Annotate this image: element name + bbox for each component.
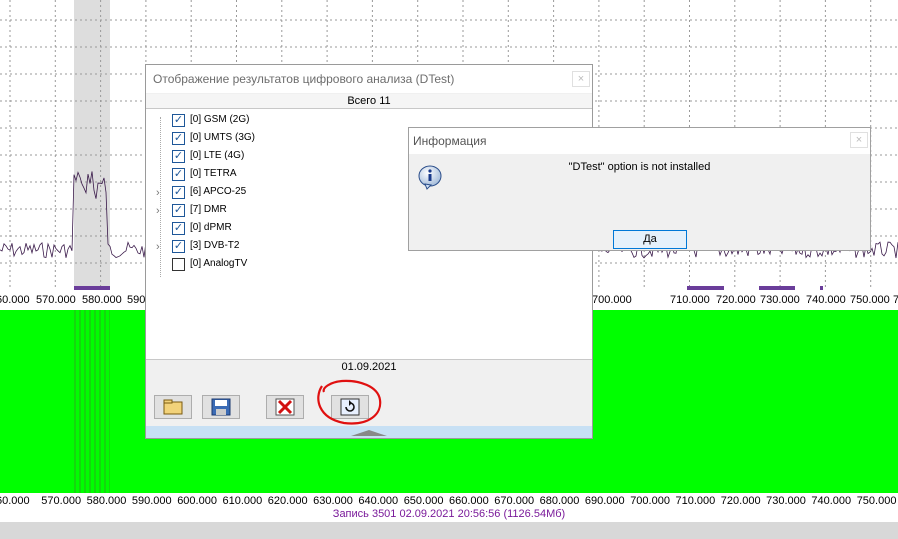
expand-arrow-icon[interactable]: › — [156, 241, 160, 253]
checkbox[interactable]: ✓ — [172, 114, 185, 127]
tree-item[interactable]: ✓ [0] UMTS (3G) — [146, 131, 396, 149]
tick-label: 580.000 — [86, 495, 127, 507]
tick-label: 610.000 — [222, 495, 263, 507]
tick-label: 720.000 — [720, 495, 761, 507]
tick-label: 600.000 — [177, 495, 217, 507]
tick-label: 620.000 — [267, 495, 308, 507]
info-close-button[interactable]: × — [850, 132, 868, 148]
information-dialog: Информация × "DTest" option is not insta… — [408, 127, 871, 251]
tree-item-label: [0] UMTS (3G) — [190, 132, 256, 143]
tick-label: 580.000 — [82, 294, 122, 306]
tree-item[interactable]: › ✓ [7] DMR — [146, 203, 396, 221]
info-message: "DTest" option is not installed — [568, 161, 711, 173]
tick-label: 760 — [893, 294, 898, 306]
record-info: Запись 3501 02.09.2021 20:56:56 (1126.54… — [332, 508, 566, 520]
tree-item-label: [3] DVB-T2 — [190, 240, 240, 251]
tree-item[interactable]: ✓ [0] AnalogTV — [146, 257, 396, 275]
resize-grip-icon[interactable] — [351, 430, 387, 436]
tree-item[interactable]: ✓ [0] TETRA — [146, 167, 396, 185]
red-annotation-circle — [317, 379, 382, 425]
tree-item-label: [0] AnalogTV — [190, 258, 248, 269]
tick-label: 750.000 — [850, 294, 890, 306]
tick-label: 650.000 — [403, 495, 444, 507]
tick-label: 640.000 — [358, 495, 399, 507]
expand-arrow-icon[interactable]: › — [156, 187, 160, 199]
floppy-disk-icon — [211, 398, 231, 416]
red-x-icon — [275, 398, 295, 416]
tick-label: 670.000 — [494, 495, 535, 507]
folder-open-icon — [163, 399, 183, 415]
tick-label: 720.000 — [716, 294, 756, 306]
tick-label: 630.000 — [313, 495, 353, 507]
tick-label: 60.000 — [0, 495, 30, 507]
tick-label: 690.000 — [584, 495, 625, 507]
checkbox[interactable]: ✓ — [172, 132, 185, 145]
save-button[interactable] — [202, 395, 240, 419]
tick-label: 60.000 — [0, 294, 30, 306]
tick-label: 710.000 — [670, 294, 710, 306]
tick-label: 740.000 — [811, 495, 852, 507]
tick-label: 660.000 — [449, 495, 489, 507]
info-title: Информация — [409, 128, 870, 154]
checkbox[interactable]: ✓ — [172, 222, 185, 235]
tick-label: 590 — [127, 294, 146, 306]
tree-item-label: [0] dPMR — [190, 222, 232, 233]
checkbox[interactable]: ✓ — [172, 150, 185, 163]
tick-label: 750.000 — [856, 495, 897, 507]
checkbox[interactable]: ✓ — [172, 186, 185, 199]
open-button[interactable] — [154, 395, 192, 419]
total-count: Всего 11 — [146, 94, 592, 109]
tree-item[interactable]: › ✓ [6] APCO-25 — [146, 185, 396, 203]
analysis-date: 01.09.2021 — [341, 361, 397, 373]
tree-item[interactable]: ✓ [0] LTE (4G) — [146, 149, 396, 167]
selected-band — [74, 0, 110, 290]
tick-label: 730.000 — [760, 294, 800, 306]
close-button[interactable]: × — [572, 71, 590, 87]
delete-button[interactable] — [266, 395, 304, 419]
expand-arrow-icon[interactable]: › — [156, 205, 160, 217]
ok-button[interactable]: Да — [613, 230, 687, 249]
tree-item-label: [0] TETRA — [190, 168, 237, 179]
tick-label: 730.000 — [766, 495, 806, 507]
checkbox[interactable]: ✓ — [172, 240, 185, 253]
tick-label: 570.000 — [41, 495, 82, 507]
checkbox[interactable]: ✓ — [172, 168, 185, 181]
dialog-title: Отображение результатов цифрового анализ… — [146, 65, 592, 93]
signal-marker[interactable] — [820, 286, 823, 291]
checkbox[interactable]: ✓ — [172, 258, 185, 271]
tick-label: 590.000 — [131, 495, 172, 507]
tick-label: 700.000 — [592, 294, 632, 306]
tree-item-label: [6] APCO-25 — [190, 186, 247, 197]
signal-marker[interactable] — [74, 286, 110, 291]
tick-label: 680.000 — [539, 495, 580, 507]
tree-item[interactable]: ✓ [0] dPMR — [146, 221, 396, 239]
tree-item[interactable]: ✓ [0] GSM (2G) — [146, 113, 396, 131]
dialog-footer — [146, 426, 592, 438]
checkbox[interactable]: ✓ — [172, 204, 185, 217]
signal-stripe — [74, 310, 110, 493]
signal-marker[interactable] — [687, 286, 724, 291]
tree-item[interactable]: › ✓ [3] DVB-T2 — [146, 239, 396, 257]
tick-label: 700.000 — [630, 495, 670, 507]
tick-label: 570.000 — [36, 294, 76, 306]
tree-item-label: [0] LTE (4G) — [190, 150, 245, 161]
tree-item-label: [7] DMR — [190, 204, 227, 215]
bottom-scrollbar[interactable] — [0, 522, 898, 539]
tick-label: 740.000 — [806, 294, 846, 306]
signal-marker[interactable] — [759, 286, 795, 291]
tree-item-label: [0] GSM (2G) — [190, 114, 250, 125]
tick-label: 710.000 — [675, 495, 716, 507]
